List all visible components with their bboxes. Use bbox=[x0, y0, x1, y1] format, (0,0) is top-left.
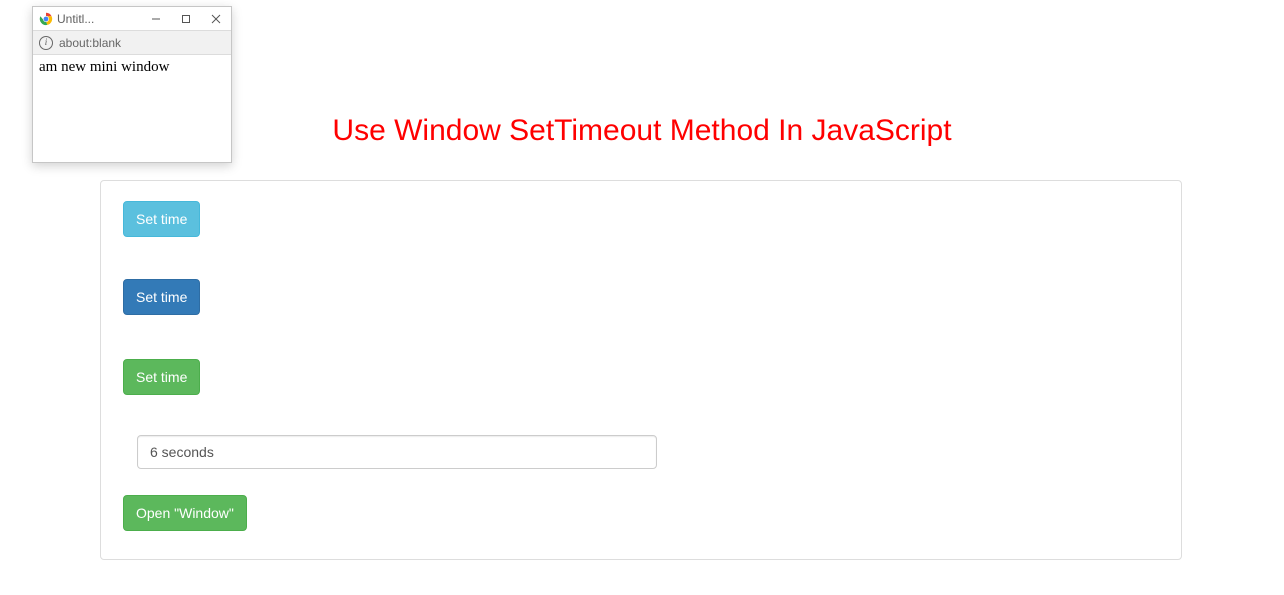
set-time-button-2[interactable]: Set time bbox=[123, 279, 200, 315]
popup-tab-title: Untitl... bbox=[57, 12, 94, 26]
info-icon: i bbox=[39, 36, 53, 50]
popup-url: about:blank bbox=[59, 36, 121, 50]
close-button[interactable] bbox=[201, 7, 231, 31]
popup-address-bar[interactable]: i about:blank bbox=[33, 31, 231, 55]
page-title: Use Window SetTimeout Method In JavaScri… bbox=[0, 114, 1284, 148]
set-time-button-1[interactable]: Set time bbox=[123, 201, 200, 237]
minimize-button[interactable] bbox=[141, 7, 171, 31]
set-time-button-3[interactable]: Set time bbox=[123, 359, 200, 395]
chrome-icon bbox=[39, 12, 53, 26]
maximize-button[interactable] bbox=[171, 7, 201, 31]
main-panel: Set time Set time Set time Open "Window" bbox=[100, 180, 1182, 560]
seconds-input[interactable] bbox=[137, 435, 657, 469]
open-window-button[interactable]: Open "Window" bbox=[123, 495, 247, 531]
popup-content: am new mini window bbox=[33, 55, 231, 80]
popup-title-bar: Untitl... bbox=[33, 7, 231, 31]
